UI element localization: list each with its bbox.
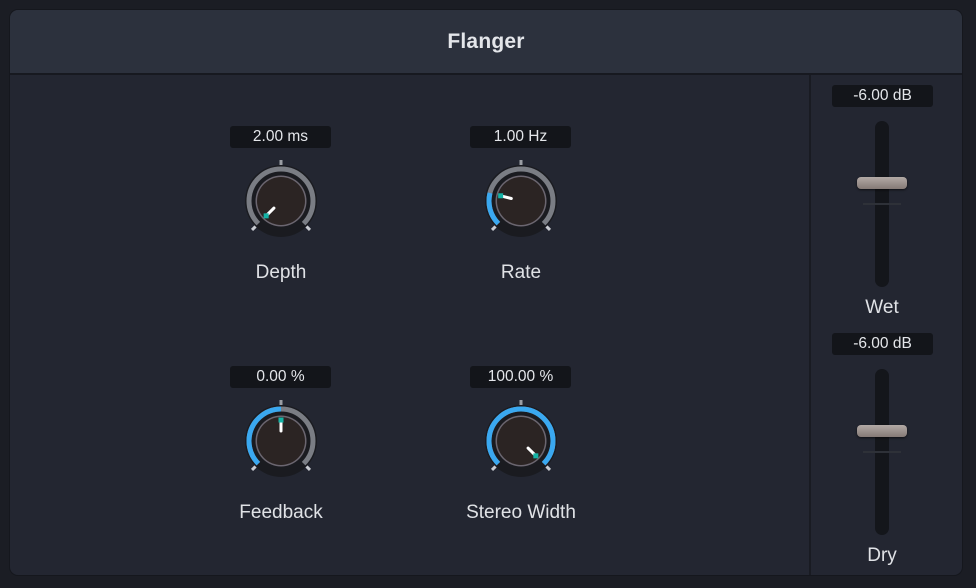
depth-knob-max-tick <box>305 225 312 232</box>
rate-knob-graphic <box>485 160 557 237</box>
flanger-panel: Flanger 2.00 ms Depth 1.00 Hz Rate 0.00 … <box>10 10 962 575</box>
feedback-value-display[interactable]: 0.00 % <box>230 366 331 388</box>
stereo-width-knob-min-tick <box>490 465 497 472</box>
stereo-width-knob-max-tick <box>545 465 552 472</box>
feedback-knob-graphic <box>245 400 317 477</box>
wet-fader-zero-mark <box>863 203 901 205</box>
depth-value-display[interactable]: 2.00 ms <box>230 126 331 148</box>
dry-label: Dry <box>867 545 897 566</box>
rate-knob-indicator <box>498 193 504 199</box>
depth-knob-graphic <box>245 160 317 237</box>
plugin-header: Flanger <box>10 10 962 75</box>
wet-value-display[interactable]: -6.00 dB <box>832 85 933 107</box>
depth-label: Depth <box>255 262 307 283</box>
rate-knob-min-tick <box>490 225 497 232</box>
rate-knob-face <box>497 177 545 225</box>
dry-fader-thumb[interactable] <box>857 425 907 437</box>
output-section: -6.00 dB Wet -6.00 dB Dry <box>809 75 962 575</box>
stereo-width-knob[interactable] <box>476 396 566 486</box>
wet-fader-thumb[interactable] <box>857 177 907 189</box>
rate-knob[interactable] <box>476 156 566 246</box>
rate-knob-max-tick <box>545 225 552 232</box>
depth-knob[interactable] <box>236 156 326 246</box>
rate-label: Rate <box>500 262 542 283</box>
plugin-title: Flanger <box>447 29 525 53</box>
depth-knob-indicator <box>263 213 269 219</box>
feedback-knob[interactable] <box>236 396 326 486</box>
knobs-area: 2.00 ms Depth 1.00 Hz Rate 0.00 % Feedba… <box>10 75 808 575</box>
rate-value-display[interactable]: 1.00 Hz <box>470 126 571 148</box>
feedback-label: Feedback <box>239 502 323 523</box>
stereo-width-knob-graphic <box>485 400 557 477</box>
stereo-width-knob-indicator <box>533 453 539 459</box>
stereo-width-label: Stereo Width <box>466 502 576 523</box>
dry-value-display[interactable]: -6.00 dB <box>832 333 933 355</box>
depth-knob-min-tick <box>250 225 257 232</box>
wet-label: Wet <box>865 297 899 318</box>
feedback-knob-min-tick <box>250 465 257 472</box>
dry-fader-zero-mark <box>863 451 901 453</box>
feedback-knob-indicator <box>278 417 284 423</box>
stereo-width-value-display[interactable]: 100.00 % <box>470 366 571 388</box>
feedback-knob-max-tick <box>305 465 312 472</box>
